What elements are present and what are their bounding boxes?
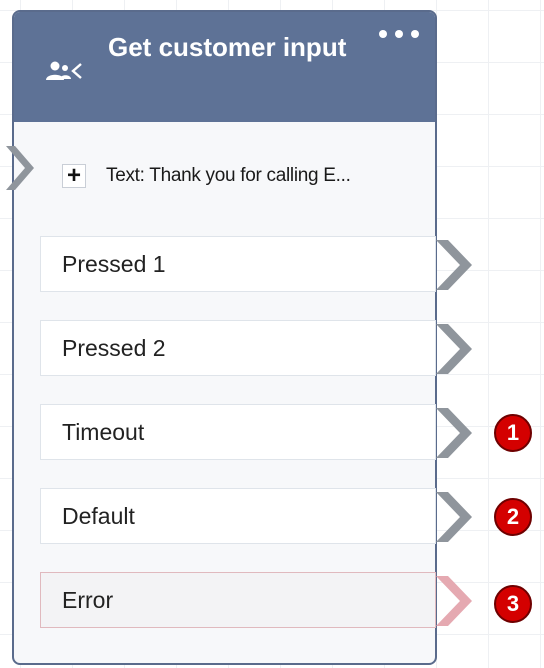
- branch-error[interactable]: Error: [40, 572, 436, 628]
- prompt-row: + Text: Thank you for calling E...: [62, 164, 351, 188]
- output-arrow-error-icon[interactable]: [436, 576, 478, 626]
- branch-pressed-1[interactable]: Pressed 1: [40, 236, 436, 292]
- expand-prompt-button[interactable]: +: [62, 164, 86, 188]
- get-customer-input-block[interactable]: Get customer input + Text: Thank you for…: [6, 10, 437, 665]
- ellipsis-icon: [379, 30, 387, 38]
- output-arrow-pressed-2-icon[interactable]: [436, 324, 478, 374]
- branch-default[interactable]: Default: [40, 488, 436, 544]
- input-connector-arrow-icon[interactable]: [6, 146, 36, 190]
- branch-pressed-2[interactable]: Pressed 2: [40, 320, 436, 376]
- block-title: Get customer input: [108, 32, 347, 62]
- callout-badge-2: 2: [494, 498, 532, 536]
- callout-badge-1: 1: [494, 414, 532, 452]
- block-header: Get customer input: [14, 12, 435, 122]
- output-arrow-pressed-1-icon[interactable]: [436, 240, 478, 290]
- output-arrow-timeout-icon[interactable]: [436, 408, 478, 458]
- branch-timeout[interactable]: Timeout: [40, 404, 436, 460]
- customer-input-icon: [46, 61, 82, 80]
- callout-badge-3: 3: [494, 585, 532, 623]
- prompt-text: Text: Thank you for calling E...: [106, 165, 351, 186]
- more-options-button[interactable]: [379, 26, 419, 42]
- output-arrow-default-icon[interactable]: [436, 492, 478, 542]
